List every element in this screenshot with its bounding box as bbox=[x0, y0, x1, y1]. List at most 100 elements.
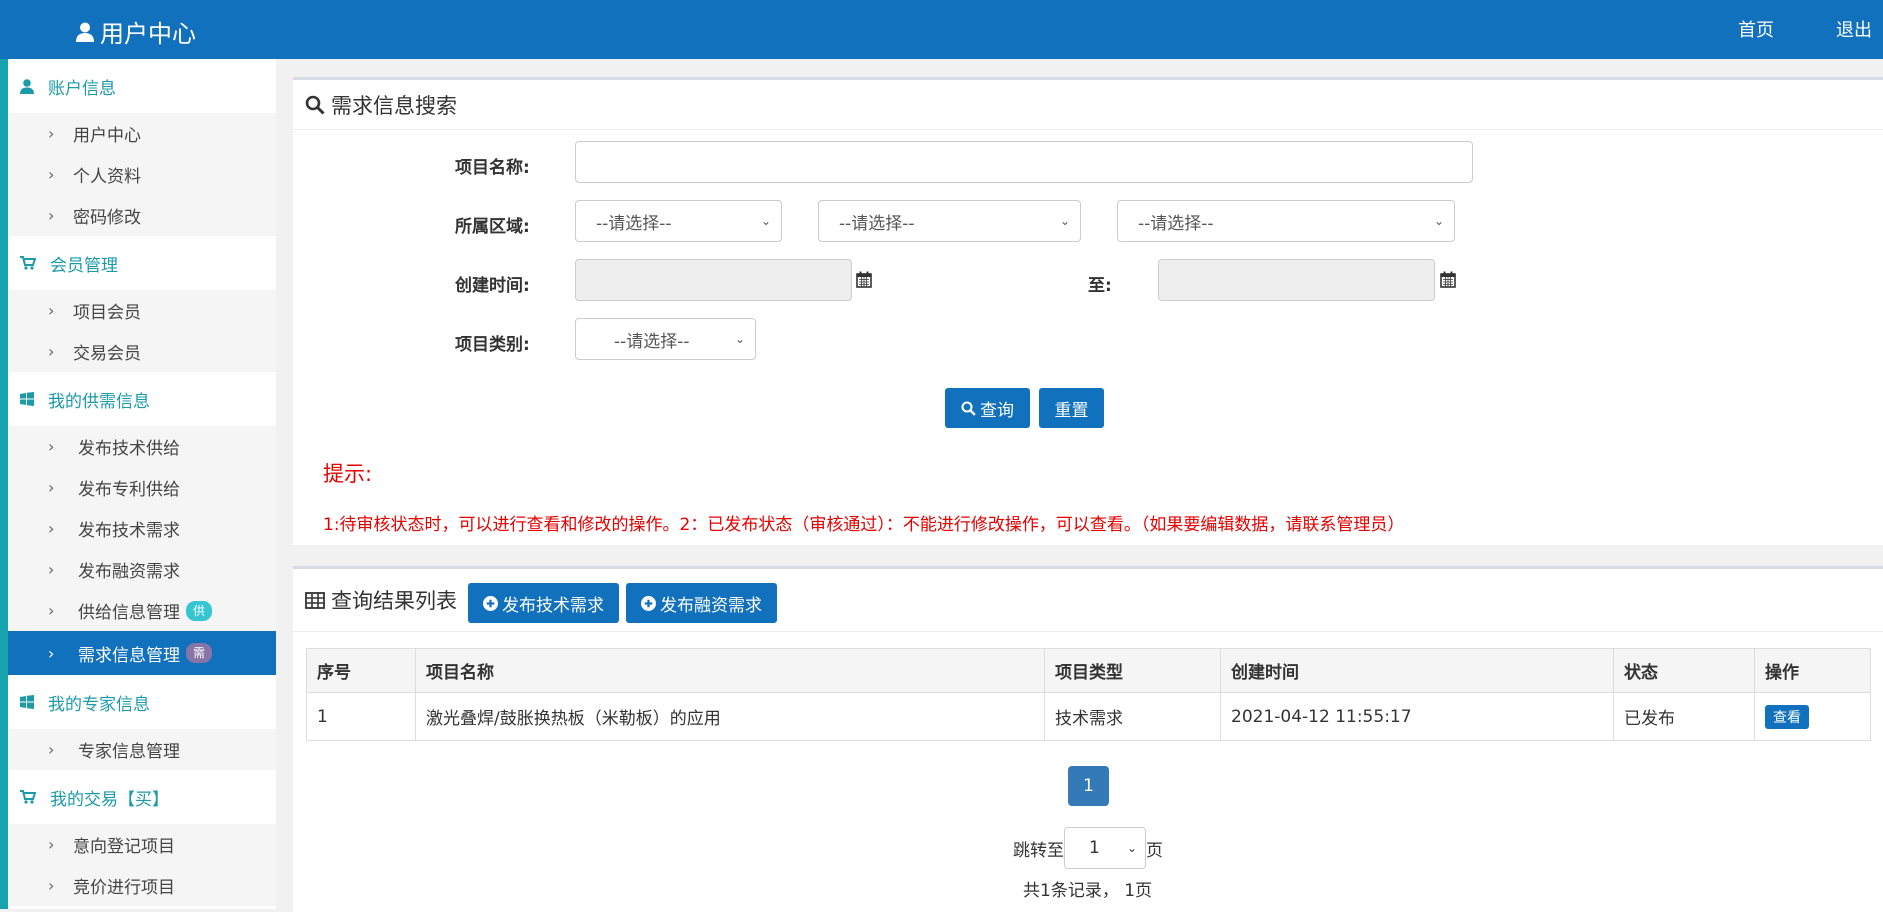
calendar-icon[interactable] bbox=[856, 271, 872, 288]
result-panel-title: 查询结果列表 bbox=[331, 589, 457, 613]
cell-type: 技术需求 bbox=[1044, 692, 1221, 741]
sidebar-item-publish-finance-demand[interactable]: › 发布融资需求 bbox=[8, 549, 276, 590]
publish-finance-demand-button[interactable]: 发布融资需求 bbox=[626, 583, 777, 623]
column-header-name: 项目名称 bbox=[415, 648, 1045, 693]
search-icon bbox=[305, 95, 325, 115]
plus-circle-icon bbox=[641, 595, 656, 611]
supply-badge: 供 bbox=[186, 600, 213, 621]
jump-select-value: 1 bbox=[1089, 838, 1100, 858]
project-category-label: 项目类别: bbox=[455, 335, 530, 355]
search-panel-title: 需求信息搜索 bbox=[331, 93, 457, 118]
publish-finance-demand-label: 发布融资需求 bbox=[660, 595, 762, 616]
created-time-label: 创建时间: bbox=[455, 276, 530, 296]
end-date-input[interactable] bbox=[1158, 259, 1435, 301]
sidebar-item-label: 个人资料 bbox=[73, 167, 141, 187]
chevron-right-icon: › bbox=[48, 560, 55, 579]
project-name-label: 项目名称: bbox=[455, 158, 530, 178]
sidebar-item-label: 交易会员 bbox=[73, 344, 141, 364]
sidebar-submenu: › 专家信息管理 bbox=[8, 729, 276, 770]
select-value: --请选择-- bbox=[614, 331, 690, 352]
sidebar-item-label: 专家信息管理 bbox=[78, 742, 180, 762]
sidebar-item-password[interactable]: › 密码修改 bbox=[8, 195, 276, 236]
sidebar-submenu: › 项目会员 › 交易会员 bbox=[8, 290, 276, 372]
sidebar-submenu: › 用户中心 › 个人资料 › 密码修改 bbox=[8, 113, 276, 236]
search-panel-header: 需求信息搜索 bbox=[293, 80, 1883, 130]
sidebar-group-label: 我的专家信息 bbox=[48, 694, 150, 715]
sidebar-item-publish-tech-demand[interactable]: › 发布技术需求 bbox=[8, 508, 276, 549]
sidebar-item-profile[interactable]: › 个人资料 bbox=[8, 154, 276, 195]
sidebar-submenu: › 发布技术供给 › 发布专利供给 › 发布技术需求 › 发布融资需求 › 供给信息管理供… bbox=[8, 426, 276, 675]
tip-text: 1:待审核状态时，可以进行查看和修改的操作。2：已发布状态（审核通过）：不能进行… bbox=[323, 515, 1405, 535]
chevron-down-icon: ⌄ bbox=[734, 332, 745, 346]
sidebar-item-bidding-projects[interactable]: › 竞价进行项目 bbox=[8, 865, 276, 906]
sidebar-group-supply-demand[interactable]: 我的供需信息 bbox=[8, 372, 276, 426]
sidebar-group-my-trades-buy[interactable]: 我的交易【买】 bbox=[8, 770, 276, 824]
tip-title: 提示: bbox=[323, 462, 373, 486]
sidebar: 账户信息 › 用户中心 › 个人资料 › 密码修改 会员管理 › 项目会员 › 交易会员 … bbox=[0, 59, 276, 909]
sidebar-group-label: 会员管理 bbox=[50, 255, 118, 276]
reset-button[interactable]: 重置 bbox=[1039, 388, 1104, 428]
sidebar-group-expert[interactable]: 我的专家信息 bbox=[8, 675, 276, 729]
chevron-right-icon: › bbox=[48, 835, 55, 854]
sidebar-item-trade-member[interactable]: › 交易会员 bbox=[8, 331, 276, 372]
cell-index: 1 bbox=[306, 692, 416, 741]
chevron-down-icon: ⌄ bbox=[1126, 841, 1137, 855]
sidebar-item-label: 发布技术供给 bbox=[78, 439, 180, 459]
home-link[interactable]: 首页 bbox=[1738, 16, 1774, 42]
sidebar-item-intent-registration[interactable]: › 意向登记项目 bbox=[8, 824, 276, 865]
demand-badge: 需 bbox=[186, 643, 213, 663]
chevron-right-icon: › bbox=[48, 124, 55, 143]
table-row: 1 激光叠焊/鼓胀换热板（米勒板）的应用 技术需求 2021-04-12 11:… bbox=[306, 692, 1871, 741]
result-panel: 查询结果列表 发布技术需求 发布融资需求 序号 项目名称 项目类型 创建时间 状… bbox=[293, 566, 1883, 912]
table-icon bbox=[305, 591, 325, 609]
start-date-input[interactable] bbox=[575, 259, 852, 301]
column-header-action: 操作 bbox=[1754, 648, 1871, 693]
sidebar-item-project-member[interactable]: › 项目会员 bbox=[8, 290, 276, 331]
page-jump-select[interactable]: 1 ⌄ bbox=[1064, 827, 1146, 869]
sidebar-group-label: 我的供需信息 bbox=[48, 391, 150, 412]
chevron-right-icon: › bbox=[48, 301, 55, 320]
chevron-down-icon: ⌄ bbox=[1433, 214, 1444, 228]
column-header-created: 创建时间 bbox=[1220, 648, 1614, 693]
select-value: --请选择-- bbox=[1138, 213, 1214, 234]
column-header-status: 状态 bbox=[1613, 648, 1755, 693]
sidebar-item-publish-tech-supply[interactable]: › 发布技术供给 bbox=[8, 426, 276, 467]
calendar-icon[interactable] bbox=[1440, 271, 1456, 288]
column-header-index: 序号 bbox=[306, 648, 416, 693]
chevron-right-icon: › bbox=[48, 643, 55, 663]
logout-link[interactable]: 退出 bbox=[1836, 16, 1872, 42]
user-icon bbox=[76, 22, 94, 42]
chevron-right-icon: › bbox=[48, 740, 55, 759]
city-select[interactable]: --请选择-- ⌄ bbox=[818, 200, 1081, 242]
plus-circle-icon bbox=[483, 595, 498, 611]
page-1-button[interactable]: 1 bbox=[1068, 766, 1109, 806]
project-name-input[interactable] bbox=[575, 141, 1473, 183]
total-records: 共1条记录， 1页 bbox=[1023, 881, 1153, 901]
sidebar-item-expert-management[interactable]: › 专家信息管理 bbox=[8, 729, 276, 770]
sidebar-item-label: 发布融资需求 bbox=[78, 562, 180, 582]
sidebar-item-supply-management[interactable]: › 供给信息管理供 bbox=[8, 590, 276, 631]
chevron-right-icon: › bbox=[48, 437, 55, 456]
sidebar-item-user-center[interactable]: › 用户中心 bbox=[8, 113, 276, 154]
query-button[interactable]: 查询 bbox=[945, 388, 1030, 428]
sidebar-group-label: 我的交易【买】 bbox=[50, 789, 169, 810]
sidebar-item-label: 用户中心 bbox=[73, 126, 141, 146]
cell-created: 2021-04-12 11:55:17 bbox=[1220, 692, 1614, 741]
sidebar-item-label: 密码修改 bbox=[73, 208, 141, 228]
sidebar-item-demand-management[interactable]: › 需求信息管理需 bbox=[8, 631, 276, 675]
project-category-select[interactable]: --请选择-- ⌄ bbox=[575, 318, 756, 360]
district-select[interactable]: --请选择-- ⌄ bbox=[1117, 200, 1455, 242]
sidebar-item-label: 需求信息管理 bbox=[78, 645, 180, 666]
sidebar-group-membership[interactable]: 会员管理 bbox=[8, 236, 276, 290]
chevron-right-icon: › bbox=[48, 876, 55, 895]
sidebar-group-account[interactable]: 账户信息 bbox=[8, 59, 276, 113]
view-button[interactable]: 查看 bbox=[1765, 704, 1809, 729]
publish-tech-demand-label: 发布技术需求 bbox=[502, 595, 604, 616]
chevron-right-icon: › bbox=[48, 165, 55, 184]
brand[interactable]: 用户中心 bbox=[76, 14, 196, 49]
sidebar-item-publish-patent-supply[interactable]: › 发布专利供给 bbox=[8, 467, 276, 508]
province-select[interactable]: --请选择-- ⌄ bbox=[575, 200, 782, 242]
chevron-right-icon: › bbox=[48, 519, 55, 538]
publish-tech-demand-button[interactable]: 发布技术需求 bbox=[468, 583, 619, 623]
search-panel: 需求信息搜索 项目名称: 所属区域: --请选择-- ⌄ --请选择-- ⌄ --请… bbox=[293, 77, 1883, 545]
